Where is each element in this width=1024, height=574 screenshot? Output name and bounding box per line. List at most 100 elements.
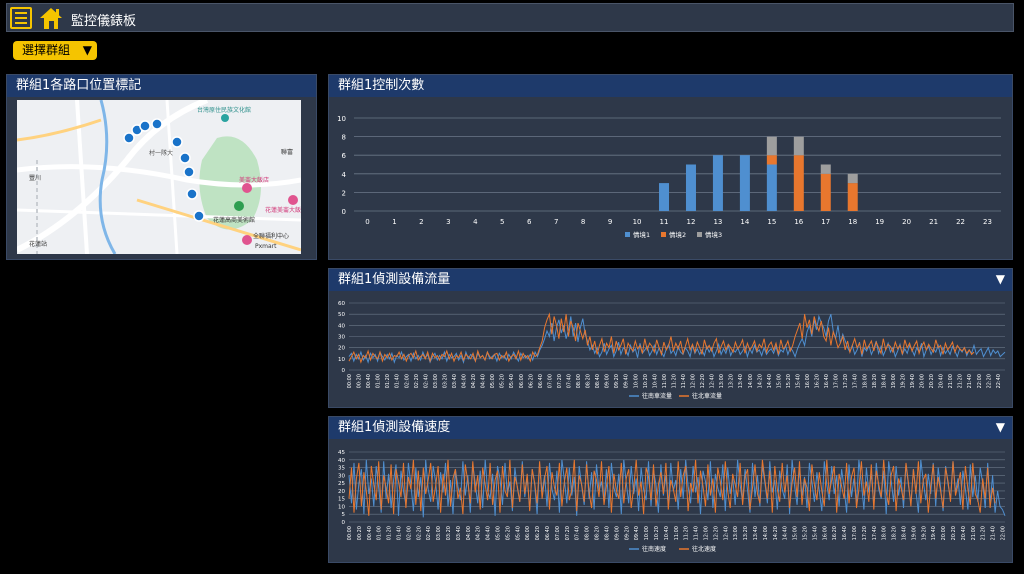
x-tick-label: 19:40 [910,374,916,388]
x-tick-label: 03:40 [452,374,458,388]
x-tick-label: 12:20 [700,374,706,388]
x-tick-label: 06:40 [545,526,551,540]
x-tick-label: 19:20 [900,374,906,388]
x-tick-label: 12:40 [710,374,716,388]
control-count-panel: 群組1控制次數 0 2 4 6 8 10 0 1 2 3 4 5 6 7 8 9 10 11 12 13 14 15 16 1… [328,74,1013,260]
x-tick-label: 03:20 [442,374,448,388]
x-tick-label: 07:00 [555,526,561,540]
x-tick-label: 11:00 [674,526,680,540]
x-tick-label: 08:00 [576,374,582,388]
x-tick-label: 15:20 [802,526,808,540]
map-label: 全聯福利中心 [253,232,289,240]
home-icon[interactable] [38,6,64,30]
x-tick-label: 19:20 [921,526,927,540]
bar [820,164,831,174]
x-tick-label: 14:20 [773,526,779,540]
y-tick-label: 40 [338,323,345,329]
x-tick-label: 11:00 [662,374,668,388]
x-tick-label: 20 [902,218,911,226]
x-tick-label: 15:20 [786,374,792,388]
x-tick-label: 05:20 [505,526,511,540]
x-tick-label: 22:00 [1001,526,1007,540]
x-tick-label: 12:00 [691,374,697,388]
x-tick-label: 01:40 [395,374,401,388]
x-tick-label: 08:00 [585,526,591,540]
x-tick-label: 6 [527,218,532,226]
x-tick-label: 04:40 [486,526,492,540]
x-tick-label: 19:00 [911,526,917,540]
x-tick-label: 08:40 [604,526,610,540]
y-tick-label: 4 [342,171,347,179]
control-count-title: 群組1控制次數 [329,75,1012,97]
bar [847,183,858,211]
bar [766,155,777,165]
x-tick-label: 06:00 [525,526,531,540]
speed-panel: 群組1偵測設備速度 ▼ 0 5 10 15 20 25 30 35 40 45 00:00 00:20… [328,416,1013,563]
map-view[interactable]: 台灣原住民族文化館 村一隊大 美崙大飯店 花蓮高商美術館 花蓮美崙大飯店 花蓮 … [17,100,301,254]
x-tick-label: 00:20 [357,526,363,540]
y-tick-label: 15 [338,497,345,503]
select-group-button[interactable]: 選擇群組 ▼ [13,41,97,60]
bar [847,173,858,184]
series-line [348,312,975,364]
x-tick-label: 11:20 [684,526,690,540]
x-tick-label: 11:40 [681,374,687,388]
x-tick-label: 03:20 [446,526,452,540]
x-tick-label: 11 [660,218,669,226]
y-tick-label: 8 [342,134,346,142]
y-tick-label: 5 [342,512,346,518]
x-tick-label: 17:20 [843,374,849,388]
x-tick-label: 18 [848,218,857,226]
x-tick-label: 02:40 [423,374,429,388]
x-tick-label: 14:00 [748,374,754,388]
x-tick-label: 09:00 [614,526,620,540]
x-tick-label: 20:00 [941,526,947,540]
x-tick-label: 13:40 [753,526,759,540]
x-tick-label: 13 [713,218,722,226]
x-tick-label: 4 [473,218,478,226]
x-tick-label: 3 [446,218,450,226]
legend-label: 往南車流量 [642,392,672,400]
chevron-down-icon[interactable]: ▼ [996,420,1005,434]
x-tick-label: 08:20 [595,526,601,540]
x-tick-label: 7 [554,218,558,226]
x-tick-label: 10:20 [643,374,649,388]
menu-icon[interactable] [10,7,32,29]
x-tick-label: 18:40 [881,374,887,388]
bar [766,164,777,211]
x-tick-label: 19:40 [931,526,937,540]
x-tick-label: 13:40 [738,374,744,388]
x-tick-label: 16:40 [824,374,830,388]
x-tick-label: 05:40 [515,526,521,540]
x-tick-label: 06:00 [519,374,525,388]
x-tick-label: 16:20 [832,526,838,540]
legend-label: 往北車流量 [692,392,722,400]
x-tick-label: 05:00 [496,526,502,540]
x-tick-label: 07:20 [565,526,571,540]
y-tick-label: 2 [342,189,346,197]
legend-label: 往北速度 [692,545,716,553]
x-tick-label: 10:00 [633,374,639,388]
x-tick-label: 02:40 [426,526,432,540]
map-label: 村一隊大 [149,149,173,157]
flow-panel-title: 群組1偵測設備流量 [329,269,1012,291]
x-tick-label: 0 [365,218,369,226]
x-tick-label: 20:40 [961,526,967,540]
x-tick-label: 5 [500,218,504,226]
x-tick-label: 22 [956,218,965,226]
bar [793,136,804,156]
x-tick-label: 17:40 [853,374,859,388]
bar [659,183,670,211]
y-tick-label: 6 [342,152,347,160]
x-tick-label: 18:40 [902,526,908,540]
x-tick-label: 13:20 [729,374,735,388]
x-tick-label: 17:00 [852,526,858,540]
x-tick-label: 22:20 [986,374,992,388]
control-count-chart: 02468100 1 2 3 4 5 6 7 8 9 10 11 12 13 14 15 16 17 18 19 20 2… [337,115,1001,239]
chevron-down-icon[interactable]: ▼ [996,272,1005,286]
x-tick-label: 05:20 [500,374,506,388]
x-tick-label: 20:20 [951,526,957,540]
x-tick-label: 18:00 [862,374,868,388]
y-tick-label: 20 [338,346,345,352]
map-panel: 群組1各路口位置標記 台灣原住民族文化館 村一隊大 美崙大飯店 花蓮高商美術館 … [6,74,317,260]
